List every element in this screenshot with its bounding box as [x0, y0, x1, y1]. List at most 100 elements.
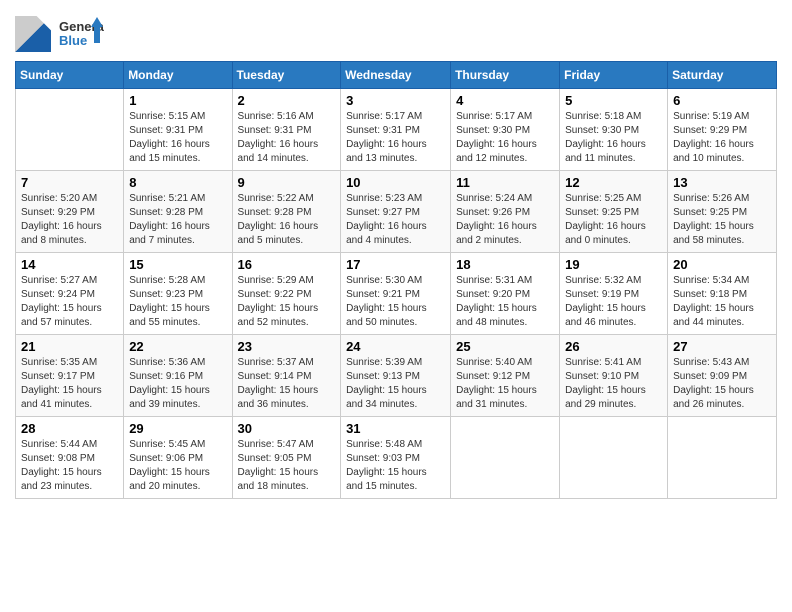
day-info: Sunrise: 5:48 AMSunset: 9:03 PMDaylight:…	[346, 438, 445, 494]
calendar-cell	[668, 417, 777, 499]
day-number: 20	[673, 257, 771, 272]
col-tuesday: Tuesday	[232, 62, 341, 89]
day-info: Sunrise: 5:17 AMSunset: 9:30 PMDaylight:…	[456, 110, 554, 166]
calendar-cell: 15 Sunrise: 5:28 AMSunset: 9:23 PMDaylig…	[124, 253, 232, 335]
calendar-cell	[451, 417, 560, 499]
calendar-cell: 5 Sunrise: 5:18 AMSunset: 9:30 PMDayligh…	[560, 89, 668, 171]
calendar-cell: 11 Sunrise: 5:24 AMSunset: 9:26 PMDaylig…	[451, 171, 560, 253]
day-info: Sunrise: 5:30 AMSunset: 9:21 PMDaylight:…	[346, 274, 445, 330]
day-number: 5	[565, 93, 662, 108]
calendar-cell: 26 Sunrise: 5:41 AMSunset: 9:10 PMDaylig…	[560, 335, 668, 417]
calendar-cell: 12 Sunrise: 5:25 AMSunset: 9:25 PMDaylig…	[560, 171, 668, 253]
calendar-cell: 14 Sunrise: 5:27 AMSunset: 9:24 PMDaylig…	[16, 253, 124, 335]
calendar-cell: 18 Sunrise: 5:31 AMSunset: 9:20 PMDaylig…	[451, 253, 560, 335]
col-sunday: Sunday	[16, 62, 124, 89]
day-number: 12	[565, 175, 662, 190]
day-info: Sunrise: 5:35 AMSunset: 9:17 PMDaylight:…	[21, 356, 118, 412]
day-number: 29	[129, 421, 226, 436]
day-info: Sunrise: 5:41 AMSunset: 9:10 PMDaylight:…	[565, 356, 662, 412]
day-number: 14	[21, 257, 118, 272]
day-number: 23	[238, 339, 336, 354]
day-info: Sunrise: 5:20 AMSunset: 9:29 PMDaylight:…	[21, 192, 118, 248]
calendar-cell	[16, 89, 124, 171]
calendar-cell: 3 Sunrise: 5:17 AMSunset: 9:31 PMDayligh…	[341, 89, 451, 171]
day-info: Sunrise: 5:44 AMSunset: 9:08 PMDaylight:…	[21, 438, 118, 494]
calendar-table: SundayMondayTuesdayWednesdayThursdayFrid…	[15, 61, 777, 499]
calendar-cell: 6 Sunrise: 5:19 AMSunset: 9:29 PMDayligh…	[668, 89, 777, 171]
day-number: 16	[238, 257, 336, 272]
calendar-cell: 22 Sunrise: 5:36 AMSunset: 9:16 PMDaylig…	[124, 335, 232, 417]
calendar-cell: 29 Sunrise: 5:45 AMSunset: 9:06 PMDaylig…	[124, 417, 232, 499]
day-number: 4	[456, 93, 554, 108]
day-number: 10	[346, 175, 445, 190]
calendar-cell: 27 Sunrise: 5:43 AMSunset: 9:09 PMDaylig…	[668, 335, 777, 417]
day-info: Sunrise: 5:39 AMSunset: 9:13 PMDaylight:…	[346, 356, 445, 412]
calendar-cell: 8 Sunrise: 5:21 AMSunset: 9:28 PMDayligh…	[124, 171, 232, 253]
day-number: 22	[129, 339, 226, 354]
header: General Blue	[15, 10, 777, 53]
calendar-cell: 24 Sunrise: 5:39 AMSunset: 9:13 PMDaylig…	[341, 335, 451, 417]
day-info: Sunrise: 5:45 AMSunset: 9:06 PMDaylight:…	[129, 438, 226, 494]
col-friday: Friday	[560, 62, 668, 89]
day-info: Sunrise: 5:27 AMSunset: 9:24 PMDaylight:…	[21, 274, 118, 330]
day-number: 25	[456, 339, 554, 354]
calendar-cell: 13 Sunrise: 5:26 AMSunset: 9:25 PMDaylig…	[668, 171, 777, 253]
day-number: 21	[21, 339, 118, 354]
day-number: 13	[673, 175, 771, 190]
day-info: Sunrise: 5:34 AMSunset: 9:18 PMDaylight:…	[673, 274, 771, 330]
day-info: Sunrise: 5:18 AMSunset: 9:30 PMDaylight:…	[565, 110, 662, 166]
day-number: 31	[346, 421, 445, 436]
week-row-0: 1 Sunrise: 5:15 AMSunset: 9:31 PMDayligh…	[16, 89, 777, 171]
day-number: 27	[673, 339, 771, 354]
calendar-cell: 10 Sunrise: 5:23 AMSunset: 9:27 PMDaylig…	[341, 171, 451, 253]
calendar-cell: 21 Sunrise: 5:35 AMSunset: 9:17 PMDaylig…	[16, 335, 124, 417]
day-info: Sunrise: 5:26 AMSunset: 9:25 PMDaylight:…	[673, 192, 771, 248]
day-info: Sunrise: 5:43 AMSunset: 9:09 PMDaylight:…	[673, 356, 771, 412]
day-number: 28	[21, 421, 118, 436]
week-row-3: 21 Sunrise: 5:35 AMSunset: 9:17 PMDaylig…	[16, 335, 777, 417]
logo: General Blue	[15, 15, 104, 53]
calendar-cell: 2 Sunrise: 5:16 AMSunset: 9:31 PMDayligh…	[232, 89, 341, 171]
day-info: Sunrise: 5:23 AMSunset: 9:27 PMDaylight:…	[346, 192, 445, 248]
day-info: Sunrise: 5:16 AMSunset: 9:31 PMDaylight:…	[238, 110, 336, 166]
day-info: Sunrise: 5:28 AMSunset: 9:23 PMDaylight:…	[129, 274, 226, 330]
calendar-cell: 30 Sunrise: 5:47 AMSunset: 9:05 PMDaylig…	[232, 417, 341, 499]
calendar-cell: 9 Sunrise: 5:22 AMSunset: 9:28 PMDayligh…	[232, 171, 341, 253]
day-number: 15	[129, 257, 226, 272]
col-saturday: Saturday	[668, 62, 777, 89]
day-info: Sunrise: 5:17 AMSunset: 9:31 PMDaylight:…	[346, 110, 445, 166]
day-info: Sunrise: 5:24 AMSunset: 9:26 PMDaylight:…	[456, 192, 554, 248]
day-number: 19	[565, 257, 662, 272]
day-number: 11	[456, 175, 554, 190]
day-info: Sunrise: 5:19 AMSunset: 9:29 PMDaylight:…	[673, 110, 771, 166]
col-monday: Monday	[124, 62, 232, 89]
day-number: 17	[346, 257, 445, 272]
col-wednesday: Wednesday	[341, 62, 451, 89]
calendar-cell: 4 Sunrise: 5:17 AMSunset: 9:30 PMDayligh…	[451, 89, 560, 171]
day-number: 7	[21, 175, 118, 190]
week-row-4: 28 Sunrise: 5:44 AMSunset: 9:08 PMDaylig…	[16, 417, 777, 499]
col-thursday: Thursday	[451, 62, 560, 89]
day-number: 9	[238, 175, 336, 190]
calendar-cell: 16 Sunrise: 5:29 AMSunset: 9:22 PMDaylig…	[232, 253, 341, 335]
week-row-1: 7 Sunrise: 5:20 AMSunset: 9:29 PMDayligh…	[16, 171, 777, 253]
calendar-cell: 17 Sunrise: 5:30 AMSunset: 9:21 PMDaylig…	[341, 253, 451, 335]
logo-svg: General Blue	[59, 15, 104, 53]
day-number: 24	[346, 339, 445, 354]
day-number: 26	[565, 339, 662, 354]
calendar-cell: 28 Sunrise: 5:44 AMSunset: 9:08 PMDaylig…	[16, 417, 124, 499]
day-info: Sunrise: 5:21 AMSunset: 9:28 PMDaylight:…	[129, 192, 226, 248]
day-info: Sunrise: 5:40 AMSunset: 9:12 PMDaylight:…	[456, 356, 554, 412]
day-info: Sunrise: 5:32 AMSunset: 9:19 PMDaylight:…	[565, 274, 662, 330]
day-info: Sunrise: 5:31 AMSunset: 9:20 PMDaylight:…	[456, 274, 554, 330]
calendar-cell: 1 Sunrise: 5:15 AMSunset: 9:31 PMDayligh…	[124, 89, 232, 171]
day-number: 6	[673, 93, 771, 108]
day-number: 30	[238, 421, 336, 436]
day-number: 2	[238, 93, 336, 108]
header-row: SundayMondayTuesdayWednesdayThursdayFrid…	[16, 62, 777, 89]
day-info: Sunrise: 5:36 AMSunset: 9:16 PMDaylight:…	[129, 356, 226, 412]
calendar-cell: 23 Sunrise: 5:37 AMSunset: 9:14 PMDaylig…	[232, 335, 341, 417]
calendar-cell: 7 Sunrise: 5:20 AMSunset: 9:29 PMDayligh…	[16, 171, 124, 253]
day-info: Sunrise: 5:47 AMSunset: 9:05 PMDaylight:…	[238, 438, 336, 494]
calendar-cell: 31 Sunrise: 5:48 AMSunset: 9:03 PMDaylig…	[341, 417, 451, 499]
